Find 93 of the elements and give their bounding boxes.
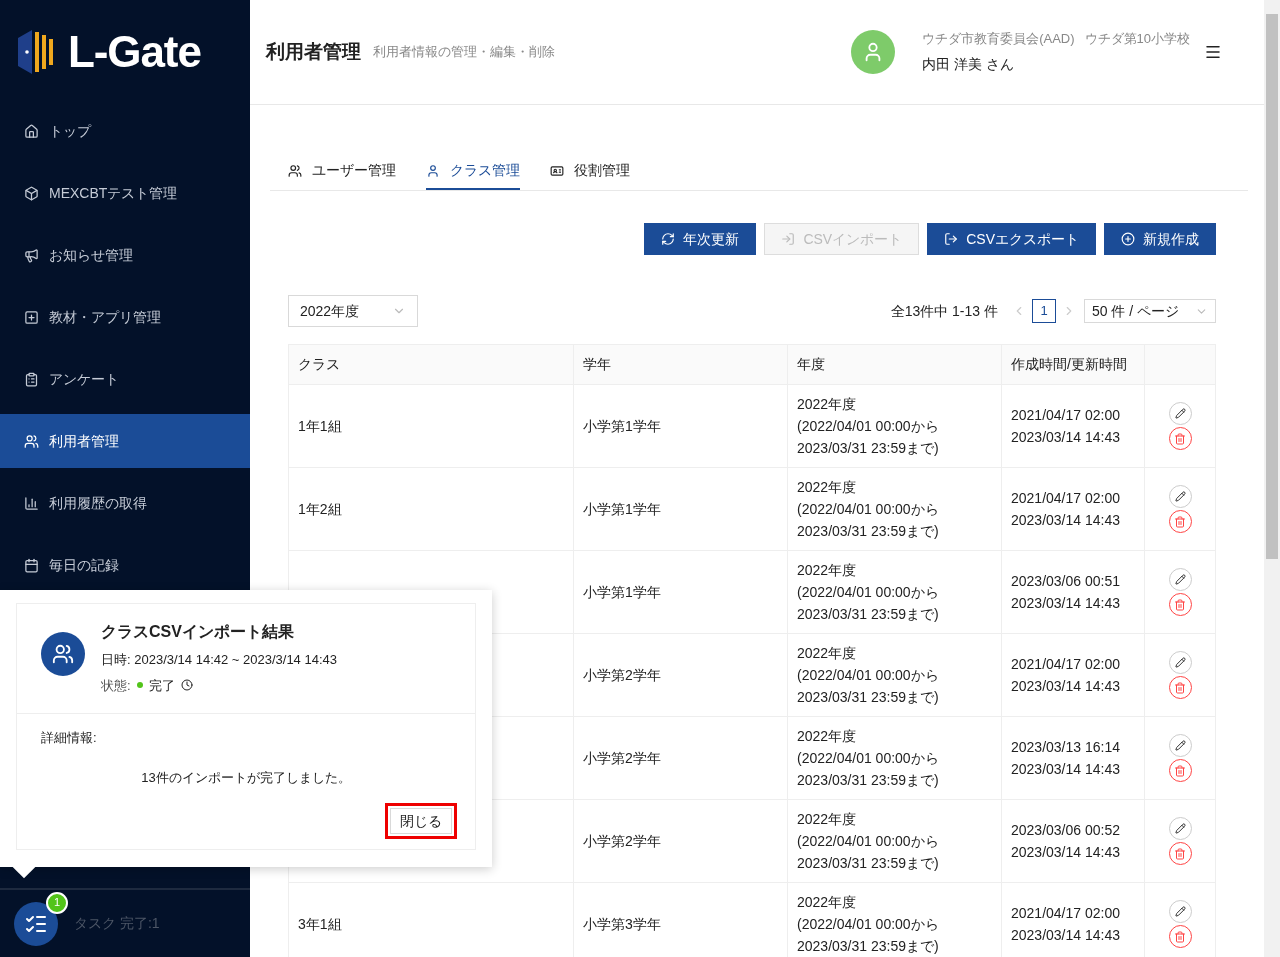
task-status-text: タスク 完了:1 — [74, 914, 160, 933]
table-cell: 2022年度 (2022/04/01 00:00から 2023/03/31 23:59まで) — [787, 550, 1002, 634]
nav-item[interactable]: MEXCBTテスト管理 — [0, 166, 250, 220]
logo-text: L-Gate — [68, 26, 201, 78]
close-button[interactable]: 閉じる — [390, 808, 452, 834]
table-cell: 2023/03/06 00:51 2023/03/14 14:43 — [1001, 550, 1145, 634]
pencil-icon — [1174, 740, 1186, 751]
tab[interactable]: クラス管理 — [426, 153, 520, 190]
table-cell: 2023/03/13 16:14 2023/03/14 14:43 — [1001, 716, 1145, 800]
nav-icon — [24, 371, 39, 387]
action-button[interactable]: CSVエクスポート — [927, 223, 1096, 255]
nav-icon — [24, 247, 39, 263]
nav-icon — [24, 123, 39, 139]
table-cell: 2021/04/17 02:00 2023/03/14 14:43 — [1001, 633, 1145, 717]
popup-datetime: 日時: 2023/3/14 14:42 ~ 2023/3/14 14:43 — [101, 651, 337, 669]
table-cell: 2022年度 (2022/04/01 00:00から 2023/03/31 23:59まで) — [787, 384, 1002, 468]
button-icon — [944, 232, 959, 246]
nav-item[interactable]: 利用者管理 — [0, 414, 250, 468]
tab-icon — [426, 163, 440, 178]
table-cell: 小学第1学年 — [573, 550, 788, 634]
nav-icon — [24, 495, 39, 511]
nav-item[interactable]: トップ — [0, 104, 250, 158]
trash-icon — [1174, 764, 1186, 777]
column-header: 年度 — [787, 344, 1002, 385]
details-label: 詳細情報: — [41, 729, 98, 747]
tab[interactable]: 役割管理 — [550, 153, 630, 190]
nav-item[interactable]: 利用履歴の取得 — [0, 476, 250, 530]
table-cell: 2022年度 (2022/04/01 00:00から 2023/03/31 23:59まで) — [787, 633, 1002, 717]
table-cell: 小学第1学年 — [573, 467, 788, 551]
table-cell: 小学第2学年 — [573, 799, 788, 883]
task-count-badge: 1 — [46, 891, 68, 914]
nav-item[interactable]: お知らせ管理 — [0, 228, 250, 282]
nav-item[interactable]: 教材・アプリ管理 — [0, 290, 250, 344]
user-avatar[interactable] — [851, 30, 896, 74]
trash-icon — [1174, 598, 1186, 611]
page-subtitle: 利用者情報の管理・編集・削除 — [373, 43, 555, 62]
pencil-icon — [1174, 823, 1186, 834]
pencil-icon — [1174, 906, 1186, 917]
menu-icon[interactable] — [1204, 43, 1222, 61]
button-icon — [1121, 232, 1135, 246]
table-cell: 2023/03/06 00:52 2023/03/14 14:43 — [1001, 799, 1145, 883]
table-cell: 1年2組 — [288, 467, 574, 551]
table-cell: 小学第2学年 — [573, 716, 788, 800]
table-cell: 小学第2学年 — [573, 633, 788, 717]
pencil-icon — [1174, 408, 1186, 419]
table-cell: 小学第1学年 — [573, 384, 788, 468]
popup-title: クラスCSVインポート結果 — [101, 622, 295, 642]
trash-icon — [1174, 432, 1186, 445]
nav-icon — [24, 557, 39, 573]
trash-icon — [1174, 515, 1186, 528]
tab-icon — [550, 163, 564, 178]
table-cell: 2021/04/17 02:00 2023/03/14 14:43 — [1001, 384, 1145, 468]
column-header: 学年 — [573, 344, 788, 385]
nav-icon — [24, 433, 39, 449]
table-cell: 2021/04/17 02:00 2023/03/14 14:43 — [1001, 467, 1145, 551]
scrollbar-thumb[interactable] — [1266, 14, 1278, 559]
nav-item[interactable]: アンケート — [0, 352, 250, 406]
action-button[interactable]: 年次更新 — [644, 223, 757, 255]
pencil-icon — [1174, 491, 1186, 502]
column-header: 作成時間/更新時間 — [1001, 344, 1145, 385]
button-icon — [781, 232, 796, 246]
clock-icon — [180, 679, 193, 692]
table-cell: 1年1組 — [288, 384, 574, 468]
school-name: ウチダ第10小学校 — [1084, 29, 1190, 48]
tab-icon — [288, 163, 302, 178]
trash-icon — [1174, 930, 1186, 943]
popup-message: 13件のインポートが完了しました。 — [141, 768, 351, 787]
trash-icon — [1174, 681, 1186, 694]
table-cell: 2022年度 (2022/04/01 00:00から 2023/03/31 23:59まで) — [787, 716, 1002, 800]
status-text: 完了 — [148, 676, 175, 695]
users-icon — [52, 643, 74, 665]
scrollbar[interactable] — [1264, 0, 1280, 957]
tab[interactable]: ユーザー管理 — [288, 153, 396, 190]
page-size-select[interactable]: 50 件 / ページ — [1084, 299, 1216, 323]
page-number[interactable]: 1 — [1032, 299, 1056, 323]
page-title: 利用者管理 — [266, 39, 361, 64]
table-cell: 3年1組 — [288, 882, 574, 957]
pencil-icon — [1174, 657, 1186, 668]
nav-icon — [24, 309, 39, 325]
column-header: クラス — [288, 344, 574, 385]
pencil-icon — [1174, 574, 1186, 585]
organization-name: ウチダ市教育委員会(AAD) — [922, 29, 1075, 48]
pagination-summary: 全13件中 1-13 件 — [890, 301, 998, 321]
button-icon — [661, 232, 676, 246]
table-cell: 2022年度 (2022/04/01 00:00から 2023/03/31 23:59まで) — [787, 467, 1002, 551]
table-cell: 2022年度 (2022/04/01 00:00から 2023/03/31 23:59まで) — [787, 799, 1002, 883]
user-name: 内田 洋美 さん — [922, 55, 1015, 75]
nav-item[interactable]: 毎日の記録 — [0, 538, 250, 592]
nav-icon — [24, 185, 39, 201]
status-label: 状態: — [101, 676, 131, 695]
action-button[interactable]: 新規作成 — [1104, 223, 1216, 255]
trash-icon — [1174, 847, 1186, 860]
year-select[interactable]: 2022年度 — [288, 295, 418, 327]
